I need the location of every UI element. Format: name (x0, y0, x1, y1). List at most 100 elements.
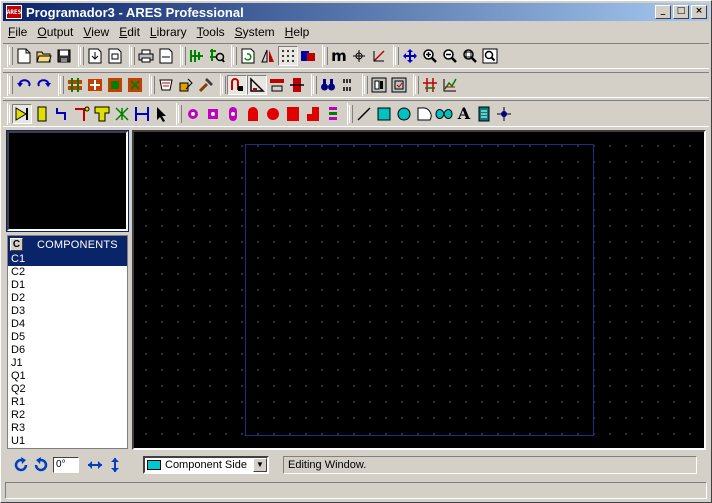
menu-system[interactable]: System (230, 25, 280, 39)
netlist-search-icon[interactable] (207, 46, 227, 66)
via-mode-icon[interactable] (72, 104, 92, 124)
search-tag-icon[interactable] (318, 75, 338, 95)
component-item[interactable]: D1 (8, 279, 127, 292)
path-tool-icon[interactable] (434, 104, 454, 124)
component-item[interactable]: R2 (8, 409, 127, 422)
new-file-icon[interactable] (14, 46, 34, 66)
make-package-icon[interactable] (176, 75, 196, 95)
ratsnest-mode-icon[interactable] (112, 104, 132, 124)
square-pad-icon[interactable] (203, 104, 223, 124)
import-icon[interactable] (85, 46, 105, 66)
component-item[interactable]: C1 (8, 253, 127, 266)
connectivity-highlight-icon[interactable] (132, 104, 152, 124)
gateswap-icon[interactable] (287, 75, 307, 95)
mirror-vertical-icon[interactable] (105, 455, 125, 475)
overview-window[interactable] (6, 130, 129, 232)
pick-part-icon[interactable] (156, 75, 176, 95)
block-copy-icon[interactable] (65, 75, 85, 95)
rotate-clockwise-icon[interactable] (11, 455, 31, 475)
flip-icon[interactable] (258, 46, 278, 66)
editing-window[interactable] (132, 130, 706, 450)
origin-icon[interactable] (349, 46, 369, 66)
zoom-area-icon[interactable] (480, 46, 500, 66)
dil-pad-icon[interactable] (223, 104, 243, 124)
false-origin-icon[interactable] (369, 46, 389, 66)
rotate-anticlockwise-icon[interactable] (31, 455, 51, 475)
title-bar[interactable]: ARES Programador3 - ARES Professional _ … (3, 3, 709, 21)
polygonal-pad-icon[interactable] (303, 104, 323, 124)
component-item[interactable]: D3 (8, 305, 127, 318)
layer-selector[interactable]: Component Side ▼ (143, 456, 269, 474)
menu-file[interactable]: File (3, 25, 32, 39)
arc-tool-icon[interactable] (414, 104, 434, 124)
rectangular-smt-pad-icon[interactable] (283, 104, 303, 124)
symbol-tool-icon[interactable] (474, 104, 494, 124)
minimize-button[interactable]: _ (655, 5, 671, 19)
close-button[interactable]: × (691, 5, 707, 19)
menu-tools[interactable]: Tools (192, 25, 230, 39)
component-item[interactable]: J1 (8, 357, 127, 370)
edge-pad-icon[interactable] (243, 104, 263, 124)
decompose-icon[interactable] (196, 75, 216, 95)
zone-mode-icon[interactable] (92, 104, 112, 124)
zoom-all-icon[interactable] (460, 46, 480, 66)
component-item[interactable]: D2 (8, 292, 127, 305)
print-icon[interactable] (136, 46, 156, 66)
redo-icon[interactable] (34, 75, 54, 95)
circular-smt-pad-icon[interactable] (263, 104, 283, 124)
text-tool-icon[interactable]: A (454, 104, 474, 124)
menu-output[interactable]: Output (32, 25, 78, 39)
export-icon[interactable] (105, 46, 125, 66)
open-folder-icon[interactable] (34, 46, 54, 66)
track-mode-icon[interactable] (52, 104, 72, 124)
connectivity-check-icon[interactable] (420, 75, 440, 95)
component-item[interactable]: U1 (8, 435, 127, 448)
cursor-icon[interactable] (152, 104, 172, 124)
auto-track-icon[interactable] (227, 75, 247, 95)
line-tool-icon[interactable] (354, 104, 374, 124)
auto-router-icon[interactable] (247, 75, 267, 95)
round-pad-icon[interactable] (183, 104, 203, 124)
layer-dropdown-arrow-icon[interactable]: ▼ (253, 458, 267, 472)
grid-toggle-icon[interactable] (278, 46, 298, 66)
print-area-icon[interactable] (156, 46, 176, 66)
pan-icon[interactable] (400, 46, 420, 66)
block-rotate-icon[interactable] (105, 75, 125, 95)
menu-edit[interactable]: Edit (114, 25, 145, 39)
menu-view[interactable]: View (78, 25, 114, 39)
component-item[interactable]: Q2 (8, 383, 127, 396)
component-item[interactable]: R3 (8, 422, 127, 435)
selection-mode-icon[interactable] (12, 103, 32, 124)
menu-help[interactable]: Help (280, 25, 315, 39)
zoom-out-icon[interactable] (440, 46, 460, 66)
maximize-button[interactable]: □ (673, 5, 689, 19)
bill-of-materials-icon[interactable] (338, 75, 358, 95)
layers-icon[interactable] (298, 46, 318, 66)
component-item[interactable]: Q1 (8, 370, 127, 383)
save-icon[interactable] (54, 46, 74, 66)
block-move-icon[interactable] (85, 75, 105, 95)
component-item[interactable]: D5 (8, 331, 127, 344)
metric-toggle-icon[interactable]: m (329, 46, 349, 66)
report-graph-icon[interactable] (440, 75, 460, 95)
component-mode-icon[interactable] (32, 104, 52, 124)
circle-tool-icon[interactable] (394, 104, 414, 124)
design-rule-check-icon[interactable] (389, 75, 409, 95)
component-item[interactable]: D4 (8, 318, 127, 331)
menu-library[interactable]: Library (145, 25, 192, 39)
rotation-angle-input[interactable]: 0° (53, 457, 79, 473)
component-item[interactable]: R1 (8, 396, 127, 409)
component-item[interactable]: C2 (8, 266, 127, 279)
power-plane-icon[interactable] (369, 75, 389, 95)
undo-icon[interactable] (14, 75, 34, 95)
netlist-icon[interactable] (187, 46, 207, 66)
mirror-horizontal-icon[interactable] (85, 455, 105, 475)
auto-placer-icon[interactable] (267, 75, 287, 95)
box-tool-icon[interactable] (374, 104, 394, 124)
component-item[interactable]: D6 (8, 344, 127, 357)
marker-tool-icon[interactable] (494, 104, 514, 124)
ares-app-icon[interactable]: ARES (6, 5, 22, 19)
component-mode-button[interactable]: C (10, 238, 23, 251)
block-delete-icon[interactable] (125, 75, 145, 95)
zoom-in-icon[interactable] (420, 46, 440, 66)
